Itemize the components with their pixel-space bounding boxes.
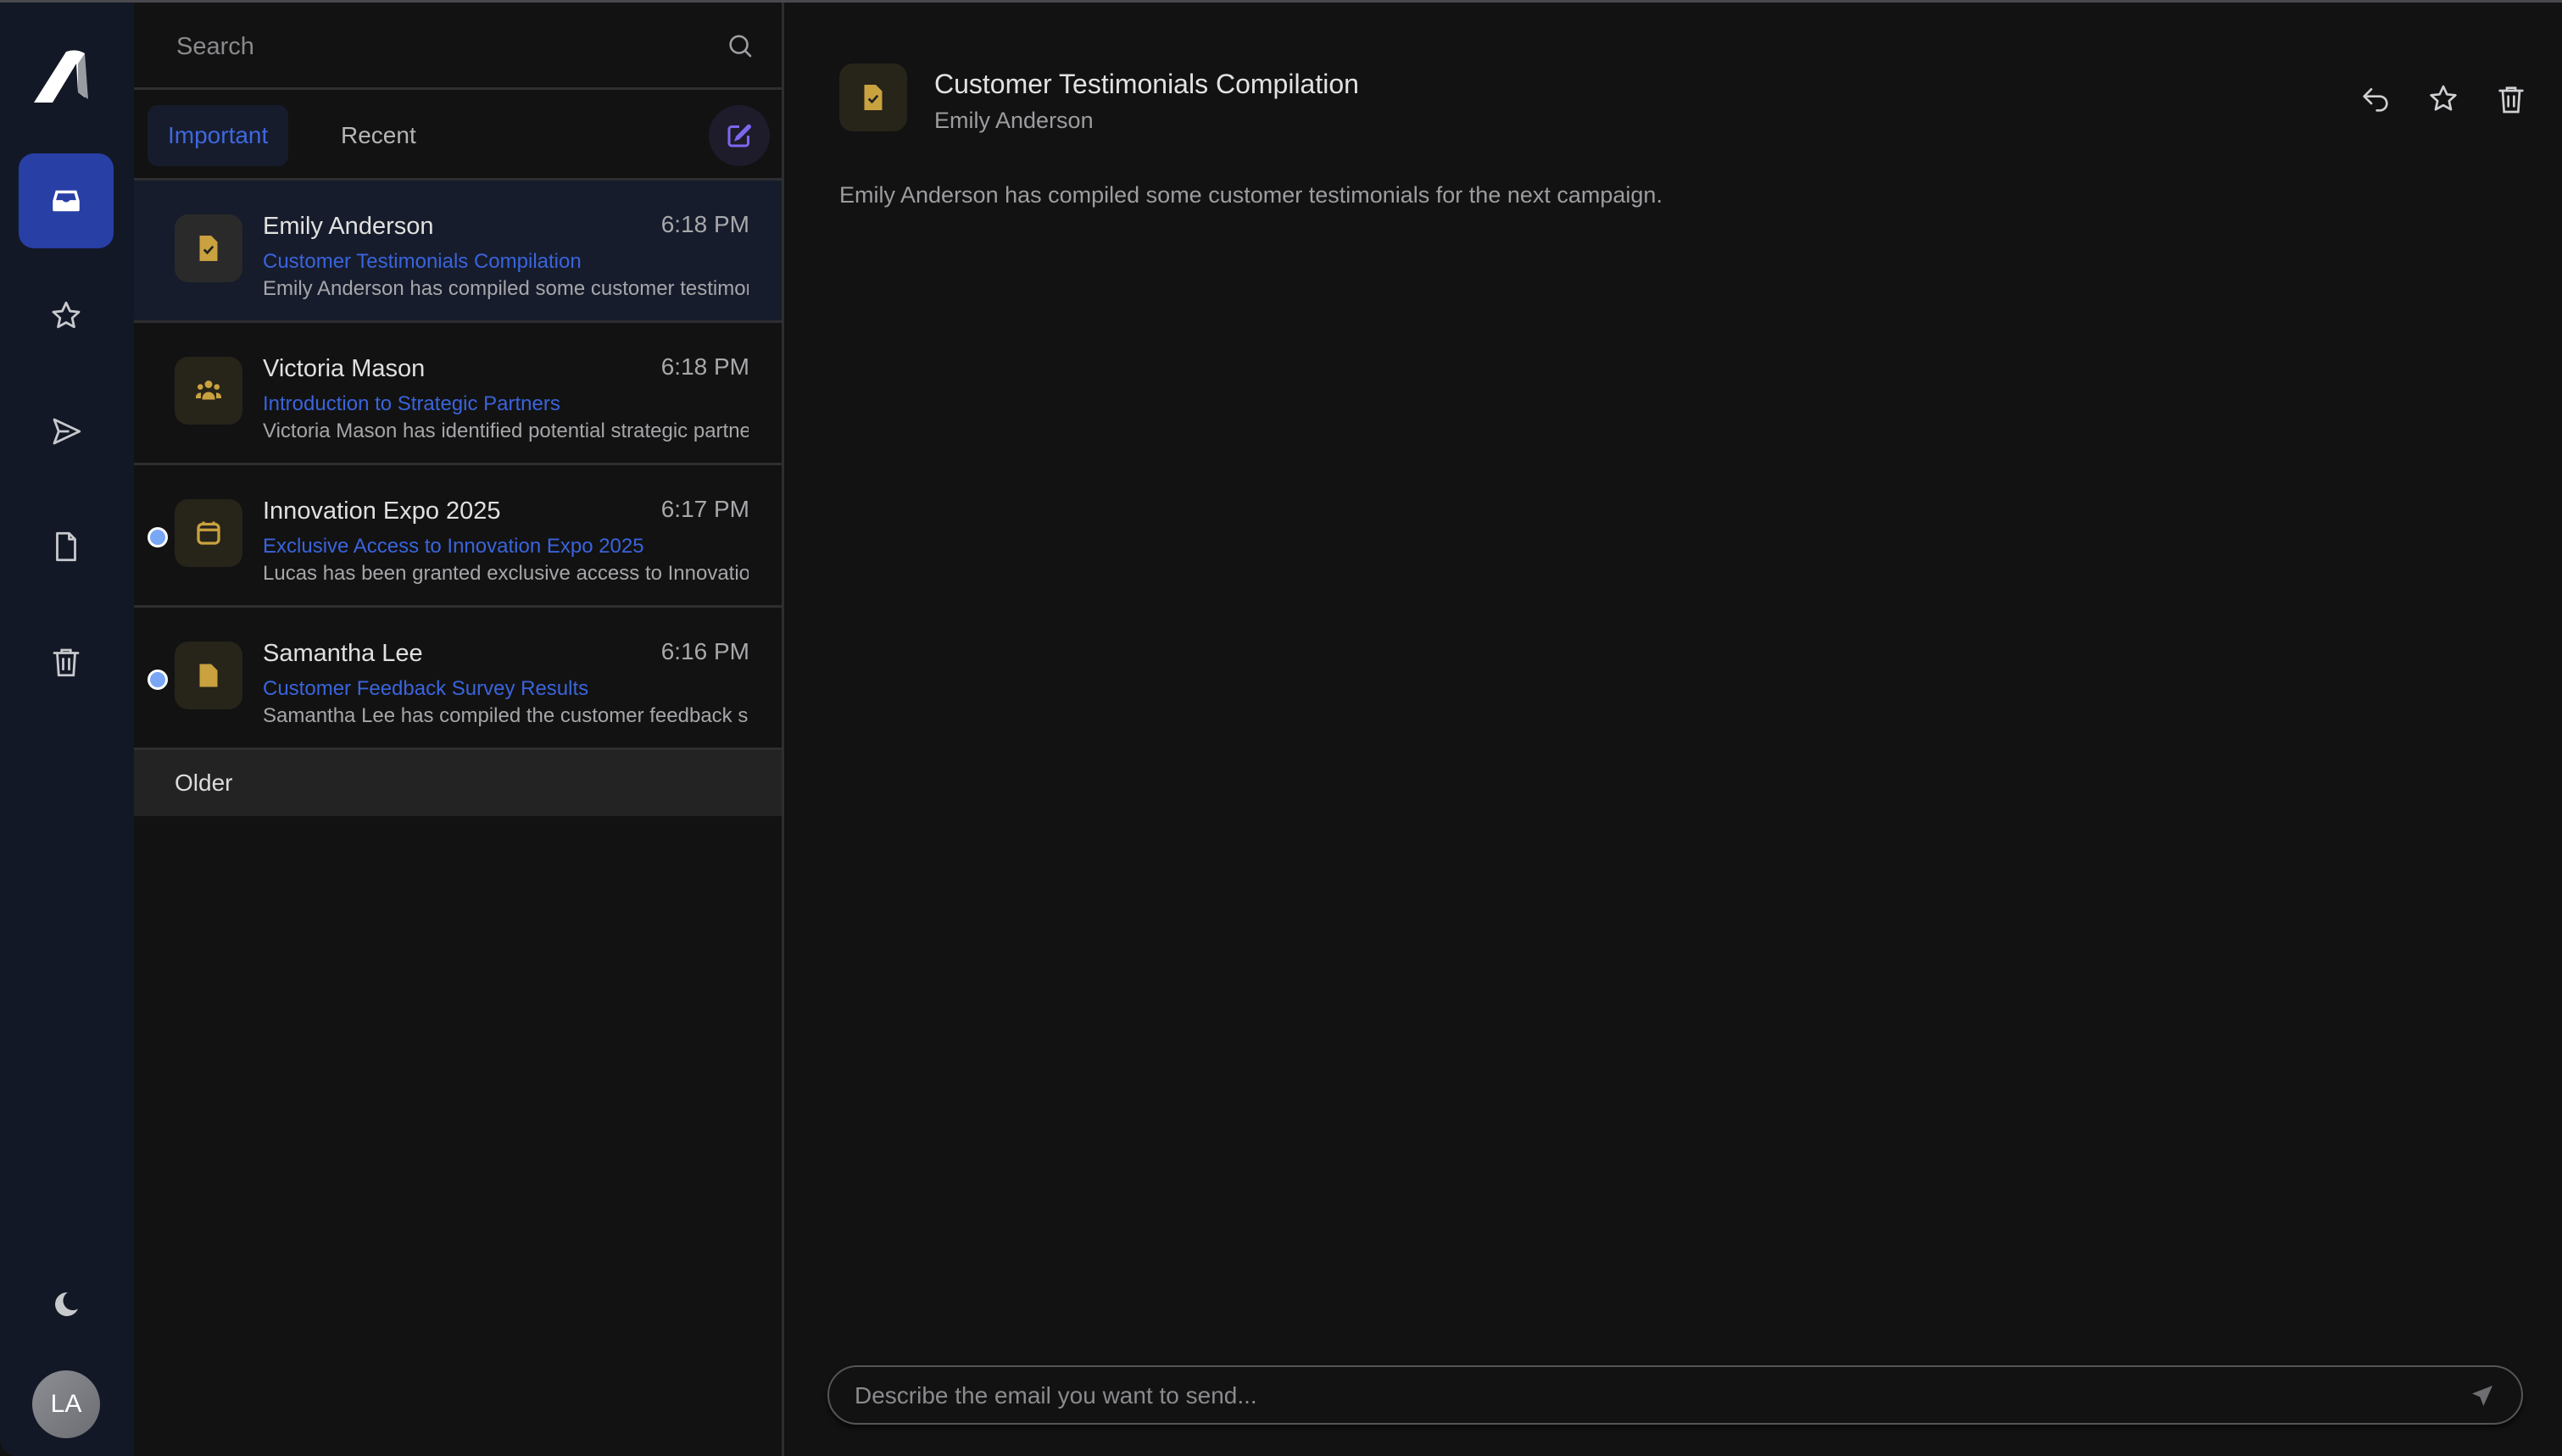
email-sender: Samantha Lee [263,640,423,667]
trash-icon[interactable] [2494,82,2528,116]
send-icon[interactable] [2469,1382,2496,1409]
email-sender: Emily Anderson [263,213,434,240]
email-preview: Victoria Mason has identified potential … [263,420,749,442]
email-preview: Lucas has been granted exclusive access … [263,562,749,585]
email-list-panel: Important Recent Emily Anderson 6:18 PM … [134,3,784,1456]
nav-drafts[interactable] [19,499,114,594]
email-row[interactable]: Innovation Expo 2025 6:17 PM Exclusive A… [134,465,782,608]
email-actions [2359,82,2528,116]
email-type-badge [175,642,242,709]
search-icon[interactable] [726,31,755,60]
ai-composer [827,1365,2523,1425]
compose-button[interactable] [709,105,770,166]
app-logo [34,50,88,103]
email-type-badge [175,499,242,567]
search-input[interactable] [176,26,685,67]
star-icon [52,301,81,329]
email-time: 6:18 PM [660,211,749,237]
inbox-icon [53,190,80,212]
tab-important[interactable]: Important [148,105,289,166]
email-type-badge [839,64,907,131]
nav-trash[interactable] [19,614,114,709]
email-row[interactable]: Samantha Lee 6:16 PM Customer Feedback S… [134,608,782,750]
email-subject: Customer Testimonials Compilation [263,250,582,273]
email-time: 6:18 PM [660,353,749,380]
tabs-bar: Important Recent [134,90,782,181]
search-bar [134,3,782,90]
email-sender: Victoria Mason [263,355,426,382]
email-subject: Introduction to Strategic Partners [263,392,560,415]
email-sender: Innovation Expo 2025 [263,497,501,525]
email-type-badge [175,357,242,425]
file-check-icon [864,85,883,110]
email-reader: Customer Testimonials Compilation Emily … [787,3,2562,1456]
unread-indicator [148,527,168,547]
send-icon [53,418,81,445]
users-icon [196,381,221,400]
email-time: 6:17 PM [660,496,749,522]
compose-icon [727,124,751,147]
file-icon [56,531,76,562]
email-subject: Customer Feedback Survey Results [263,677,589,700]
email-subject: Exclusive Access to Innovation Expo 2025 [263,535,644,558]
nav-inbox[interactable] [19,153,114,248]
email-time: 6:16 PM [660,638,749,664]
nav-sent[interactable] [19,384,114,479]
email-row[interactable]: Victoria Mason 6:18 PM Introduction to S… [134,323,782,465]
trash-icon [53,648,80,677]
moon-icon [55,1292,78,1316]
email-row[interactable]: Emily Anderson 6:18 PM Customer Testimon… [134,181,782,323]
theme-toggle[interactable] [19,1257,114,1352]
reply-icon[interactable] [2359,82,2392,116]
nav-starred[interactable] [19,269,114,364]
file-icon [199,664,218,687]
email-preview: Emily Anderson has compiled some custome… [263,277,749,300]
email-title: Customer Testimonials Compilation [934,69,1359,99]
email-type-badge [175,214,242,282]
tab-recent[interactable]: Recent [320,105,437,166]
older-section-toggle[interactable]: Older [134,750,782,816]
unread-indicator [148,670,168,690]
email-from: Emily Anderson [934,108,1094,133]
sidebar: LA [0,3,134,1456]
user-avatar[interactable]: LA [32,1370,100,1438]
email-preview: Samantha Lee has compiled the customer f… [263,704,749,727]
composer-input[interactable] [855,1375,2465,1416]
file-check-icon [199,236,218,261]
email-body: Emily Anderson has compiled some custome… [839,182,1663,208]
calendar-icon [197,521,220,545]
star-icon[interactable] [2426,82,2460,116]
